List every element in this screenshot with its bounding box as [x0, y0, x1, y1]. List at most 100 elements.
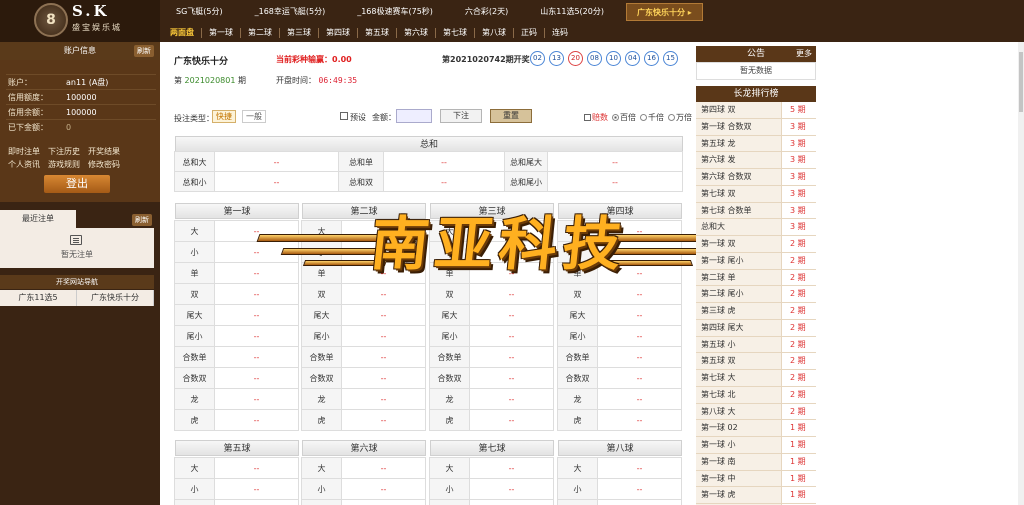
odds-checkbox[interactable] [584, 114, 591, 121]
nav-link[interactable]: 广东11选5 [0, 290, 77, 306]
ball-cell-odds[interactable]: -- [597, 367, 682, 389]
account-link[interactable]: 游戏规则 [48, 158, 80, 171]
sum-cell-odds[interactable]: -- [383, 171, 505, 192]
sum-cell-odds[interactable]: -- [214, 171, 339, 192]
ball-cell-odds[interactable]: -- [341, 283, 426, 305]
ball-cell-odds[interactable]: -- [469, 346, 554, 368]
sub-tab-2[interactable]: 第二球 [240, 28, 279, 38]
ball-cell-odds[interactable]: -- [341, 346, 426, 368]
sub-tab-7[interactable]: 第七球 [435, 28, 474, 38]
ball-cell-odds[interactable]: -- [214, 499, 299, 505]
ball-cell-odds[interactable]: -- [214, 478, 299, 500]
ball-cell-odds[interactable]: -- [597, 388, 682, 410]
amount-input[interactable] [396, 109, 432, 123]
ball-cell-odds[interactable]: -- [341, 409, 426, 431]
ball-cell-odds[interactable]: -- [469, 409, 554, 431]
account-link[interactable]: 修改密码 [88, 158, 120, 171]
account-row-label: 信用额度： [8, 93, 48, 102]
ball-cell-odds[interactable]: -- [469, 388, 554, 410]
lottery-tab-5[interactable]: 广东快乐十分 ▸ [625, 3, 703, 21]
ball-cell-odds[interactable]: -- [214, 409, 299, 431]
lottery-tab-4[interactable]: 山东11选5(20分) [530, 3, 614, 21]
ball-cell-odds[interactable]: -- [597, 478, 682, 500]
sub-tab-8[interactable]: 第八球 [474, 28, 513, 38]
page-scrollbar[interactable] [1018, 42, 1024, 505]
ball-cell-odds[interactable]: -- [469, 367, 554, 389]
ball-cell-odds[interactable]: -- [341, 367, 426, 389]
sub-tab-6[interactable]: 第六球 [396, 28, 435, 38]
recent-bets-tab[interactable]: 最近注单 [0, 210, 76, 228]
ball-cell-odds[interactable]: -- [341, 325, 426, 347]
scrollbar-thumb[interactable] [1019, 52, 1023, 112]
ball-cell-odds[interactable]: -- [469, 457, 554, 479]
ball-cell-odds[interactable]: -- [597, 499, 682, 505]
lottery-tab-3[interactable]: 六合彩(2天) [455, 3, 518, 21]
rank-item-name: 第一球 南 [696, 453, 782, 470]
sum-cell-odds[interactable]: -- [547, 151, 683, 172]
sub-tab-10[interactable]: 连码 [544, 28, 575, 38]
ball-cell-odds[interactable]: -- [341, 457, 426, 479]
lottery-tab-2[interactable]: _168极速赛车(75秒) [347, 3, 443, 21]
ball-cell-odds[interactable]: -- [469, 499, 554, 505]
sub-tab-1[interactable]: 第一球 [201, 28, 240, 38]
ball-table-row: 尾大 -- [557, 304, 682, 326]
ball-cell-odds[interactable]: -- [214, 325, 299, 347]
ball-cell-odds[interactable]: -- [214, 346, 299, 368]
account-link[interactable]: 开奖结果 [88, 145, 120, 158]
sub-tab-3[interactable]: 第三球 [279, 28, 318, 38]
lottery-tab-0[interactable]: SG飞艇(5分) [166, 3, 233, 21]
sum-cell-odds[interactable]: -- [214, 151, 339, 172]
ball-cell-odds[interactable]: -- [469, 325, 554, 347]
sum-cell-odds[interactable]: -- [547, 171, 683, 192]
period-prefix: 第 [174, 76, 182, 85]
recent-refresh-button[interactable]: 刷新 [132, 214, 152, 226]
ball-cell-odds[interactable]: -- [341, 499, 426, 505]
ball-cell-odds[interactable]: -- [597, 409, 682, 431]
notice-more-link[interactable]: 更多 [796, 46, 812, 62]
ball-cell-odds[interactable]: -- [341, 388, 426, 410]
rank-item-name: 第七球 合数单 [696, 202, 782, 219]
bet-type-quick[interactable]: 快捷 [212, 110, 236, 123]
ball-cell-odds[interactable]: -- [469, 283, 554, 305]
ball-table-row: 虎 -- [301, 409, 426, 431]
ball-cell-odds[interactable]: -- [341, 478, 426, 500]
account-refresh-button[interactable]: 刷新 [134, 45, 154, 57]
ball-table-rows: 大--小--单-- [429, 457, 554, 505]
ball-cell-odds[interactable]: -- [597, 346, 682, 368]
ball-cell-odds[interactable]: -- [597, 283, 682, 305]
ball-cell-odds[interactable]: -- [597, 304, 682, 326]
open-time: 开盘时间： 06:49:35 [276, 75, 357, 86]
sum-cell-odds[interactable]: -- [383, 151, 505, 172]
ball-cell-odds[interactable]: -- [214, 367, 299, 389]
draw-ball: 10 [606, 51, 621, 66]
ball-cell-odds[interactable]: -- [469, 478, 554, 500]
logout-button[interactable]: 登出 [44, 175, 110, 193]
rank-item-name: 总和大 [696, 219, 782, 235]
ball-cell-odds[interactable]: -- [341, 304, 426, 326]
ball-cell-odds[interactable]: -- [214, 283, 299, 305]
ball-cell-odds[interactable]: -- [469, 304, 554, 326]
preset-checkbox[interactable] [340, 112, 348, 120]
ball-cell-odds[interactable]: -- [597, 325, 682, 347]
sub-tab-5[interactable]: 第五球 [357, 28, 396, 38]
logo[interactable]: 8 S.K 盛宝娱乐城 [0, 0, 160, 42]
ball-cell-odds[interactable]: -- [597, 457, 682, 479]
submit-bet-button[interactable]: 下注 [440, 109, 482, 123]
ball-cell-odds[interactable]: -- [214, 457, 299, 479]
sub-tab-4[interactable]: 第四球 [318, 28, 357, 38]
nav-link[interactable]: 广东快乐十分 [77, 290, 154, 306]
sub-tab-9[interactable]: 正码 [513, 28, 544, 38]
sub-tabs: 两面盘 第一球 第二球 第三球 第四球 第五球 第六球 第七球 第八球 正码 连码 [163, 24, 575, 42]
lottery-tab-1[interactable]: _168幸运飞艇(5分) [245, 3, 336, 21]
account-link[interactable]: 个人资讯 [8, 158, 40, 171]
odds-radio-3[interactable] [668, 114, 675, 121]
ball-cell-odds[interactable]: -- [214, 388, 299, 410]
sub-tab-0[interactable]: 两面盘 [163, 28, 201, 38]
bet-type-normal[interactable]: 一般 [242, 110, 266, 123]
ball-cell-odds[interactable]: -- [214, 304, 299, 326]
odds-radio-2[interactable] [640, 114, 647, 121]
account-link[interactable]: 即时注单 [8, 145, 40, 158]
reset-button[interactable]: 重置 [490, 109, 532, 123]
account-link[interactable]: 下注历史 [48, 145, 80, 158]
odds-radio-1[interactable] [612, 114, 619, 121]
